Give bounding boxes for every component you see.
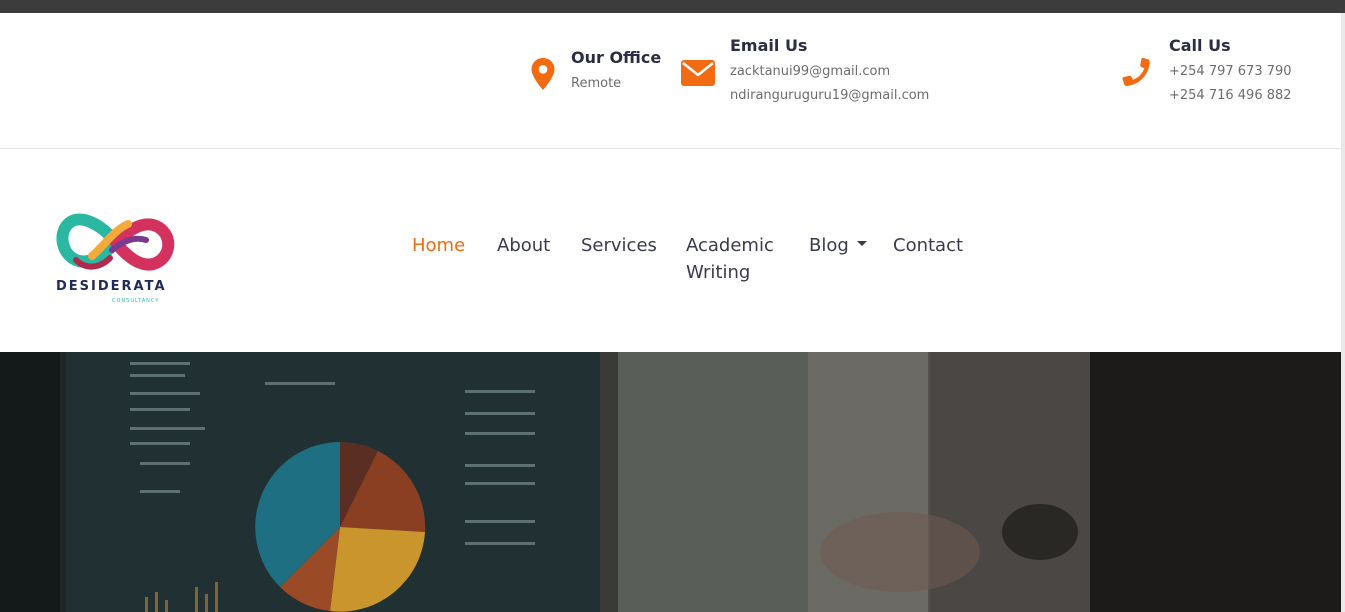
envelope-icon (681, 60, 715, 90)
office-title: Our Office (571, 48, 662, 67)
nav-contact-link[interactable]: Contact (893, 232, 963, 259)
email-address-1[interactable]: zacktanui99@gmail.com (730, 64, 890, 79)
phone-icon (1119, 56, 1155, 96)
email-address-2[interactable]: ndiranguruguru19@gmail.com (730, 88, 929, 103)
map-pin-icon (530, 57, 556, 95)
browser-top-strip (0, 0, 1345, 13)
nav-about-link[interactable]: About (497, 232, 550, 259)
hero-banner-image (0, 352, 1341, 612)
email-title: Email Us (730, 36, 808, 55)
phone-number-2[interactable]: +254 716 496 882 (1169, 88, 1292, 103)
nav-home-link[interactable]: Home (412, 232, 465, 259)
phone-number-1[interactable]: +254 797 673 790 (1169, 64, 1292, 79)
brand-name: DESIDERATA (56, 279, 167, 294)
brand-logo[interactable]: DESIDERATA CONSULTANCY (56, 206, 180, 310)
infinity-logo-icon (56, 213, 175, 271)
nav-blog-label: Blog (809, 235, 849, 256)
hero-dashboard-photo (0, 352, 1341, 612)
contact-info-bar: Our Office Remote Email Us zacktanui99@g… (0, 13, 1341, 149)
brand-tagline: CONSULTANCY (112, 298, 160, 304)
page-scrollbar[interactable] (1341, 13, 1345, 612)
nav-academic-writing-link[interactable]: Academic Writing (686, 232, 796, 286)
phone-title: Call Us (1169, 36, 1231, 55)
office-value: Remote (571, 76, 622, 91)
caret-down-icon (856, 240, 867, 246)
main-navbar: DESIDERATA CONSULTANCY Home About Servic… (0, 149, 1341, 352)
nav-services-link[interactable]: Services (581, 232, 657, 259)
nav-blog-link[interactable]: Blog (809, 232, 867, 259)
